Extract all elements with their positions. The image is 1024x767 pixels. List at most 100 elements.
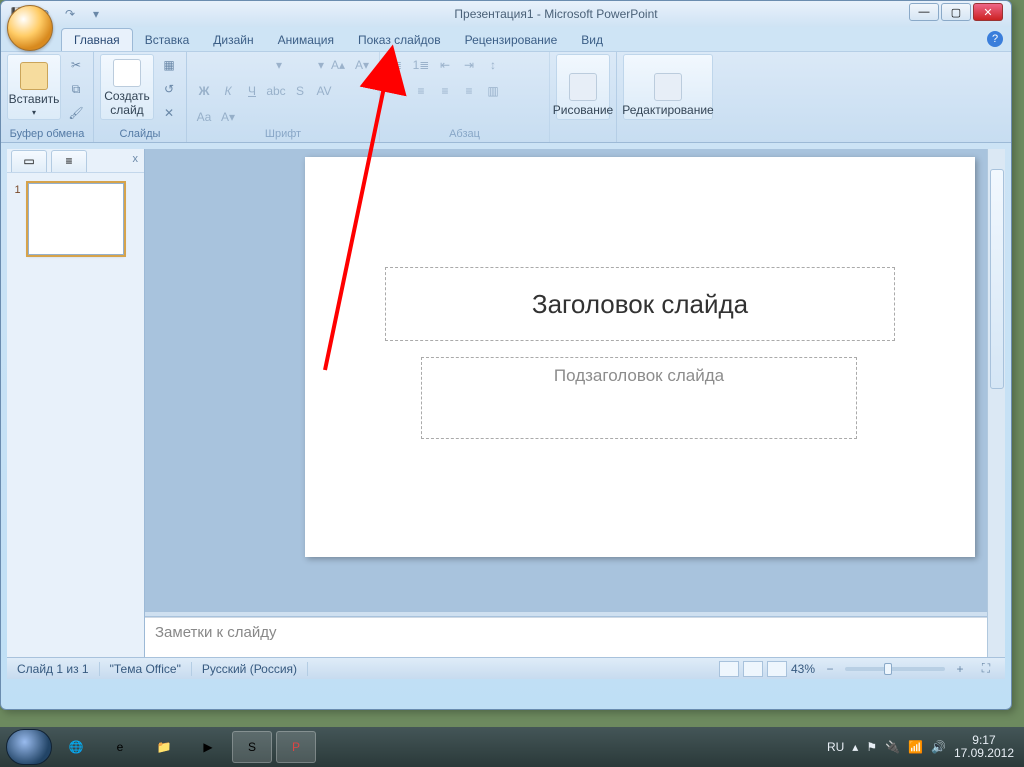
maximize-button[interactable]: ▢	[941, 3, 971, 21]
taskbar-chrome-icon[interactable]: 🌐	[56, 731, 96, 763]
minimize-button[interactable]: —	[909, 3, 939, 21]
bold-icon[interactable]: Ж	[193, 80, 215, 102]
grow-font-icon[interactable]: A▴	[327, 54, 349, 76]
title-bar: 💾 ↶ ↷ ▾ Презентация1 - Microsoft PowerPo…	[1, 1, 1011, 27]
taskbar-powerpoint-icon[interactable]: P	[276, 731, 316, 763]
drawing-button[interactable]: Рисование	[556, 54, 610, 120]
ribbon: Вставить ▾ ✂ ⧉ 🖌 Буфер обмена Создать сл…	[1, 51, 1011, 143]
zoom-slider-thumb[interactable]	[884, 663, 892, 675]
edit-pane: Заголовок слайда Подзаголовок слайда Зам…	[145, 149, 1005, 657]
qat-redo-icon[interactable]: ↷	[59, 3, 81, 25]
taskbar-explorer-icon[interactable]: 📁	[144, 731, 184, 763]
new-slide-button[interactable]: Создать слайд	[100, 54, 154, 120]
thumbnail-panel: ▭ ≡ x 1	[7, 149, 145, 657]
slide-canvas[interactable]: Заголовок слайда Подзаголовок слайда	[305, 157, 975, 557]
tab-slideshow[interactable]: Показ слайдов	[346, 29, 453, 51]
normal-view-button[interactable]	[719, 661, 739, 677]
change-case-icon[interactable]: Aa	[193, 106, 215, 128]
group-clipboard: Вставить ▾ ✂ ⧉ 🖌 Буфер обмена	[1, 52, 94, 142]
title-placeholder[interactable]: Заголовок слайда	[385, 267, 895, 341]
tray-power-icon[interactable]: 🔌	[885, 740, 900, 754]
numbering-icon[interactable]: 1≣	[410, 54, 432, 76]
lang-indicator[interactable]: RU	[827, 740, 844, 754]
status-language: Русский (Россия)	[192, 662, 308, 676]
copy-icon[interactable]: ⧉	[65, 78, 87, 100]
office-button[interactable]	[7, 5, 53, 51]
vertical-scrollbar[interactable]	[987, 149, 1005, 657]
thumbnail-number: 1	[15, 184, 21, 196]
close-button[interactable]: ✕	[973, 3, 1003, 21]
zoom-out-button[interactable]: −	[819, 658, 841, 680]
shadow-icon[interactable]: S	[289, 80, 311, 102]
cut-icon[interactable]: ✂	[65, 54, 87, 76]
zoom-slider[interactable]	[845, 667, 945, 671]
indent-dec-icon[interactable]: ⇤	[434, 54, 456, 76]
line-spacing-icon[interactable]: ↕	[482, 54, 504, 76]
delete-slide-icon[interactable]: ✕	[158, 102, 180, 124]
char-spacing-icon[interactable]: AV	[313, 80, 335, 102]
qat-dropdown-icon[interactable]: ▾	[85, 3, 107, 25]
zoom-value: 43%	[791, 662, 815, 676]
taskbar-media-icon[interactable]: ▶	[188, 731, 228, 763]
justify-icon[interactable]: ≡	[458, 80, 480, 102]
columns-icon[interactable]: ▥	[482, 80, 504, 102]
taskbar-skype-icon[interactable]: S	[232, 731, 272, 763]
tray-show-hidden-icon[interactable]: ▴	[852, 740, 858, 754]
tray-clock[interactable]: 9:17 17.09.2012	[954, 734, 1018, 760]
tab-insert[interactable]: Вставка	[133, 29, 202, 51]
paste-button[interactable]: Вставить ▾	[7, 54, 61, 120]
align-left-icon[interactable]: ≡	[386, 80, 408, 102]
fit-window-button[interactable]: ⛶	[975, 658, 997, 680]
scrollbar-thumb[interactable]	[990, 169, 1004, 389]
format-painter-icon[interactable]: 🖌	[65, 102, 87, 124]
reset-icon[interactable]: ↺	[158, 78, 180, 100]
strike-icon[interactable]: abc	[265, 80, 287, 102]
tab-design[interactable]: Дизайн	[201, 29, 265, 51]
chevron-down-icon: ▾	[32, 108, 36, 117]
align-center-icon[interactable]: ≡	[410, 80, 432, 102]
work-area: ▭ ≡ x 1 Заголовок слайда Подзаголовок сл…	[7, 149, 1005, 657]
sorter-view-button[interactable]	[743, 661, 763, 677]
slides-tab[interactable]: ▭	[11, 150, 47, 172]
underline-icon[interactable]: Ч	[241, 80, 263, 102]
tab-view[interactable]: Вид	[569, 29, 615, 51]
italic-icon[interactable]: К	[217, 80, 239, 102]
subtitle-placeholder[interactable]: Подзаголовок слайда	[421, 357, 857, 439]
tab-review[interactable]: Рецензирование	[453, 29, 570, 51]
notes-pane[interactable]: Заметки к слайду	[145, 617, 987, 657]
editing-button[interactable]: Редактирование	[623, 54, 713, 120]
paste-label: Вставить	[9, 92, 60, 106]
align-right-icon[interactable]: ≡	[434, 80, 456, 102]
shapes-icon	[569, 73, 597, 101]
group-font: ▾ ▾ A▴ A▾ Ж К Ч abc S AV Aa A▾ Ш	[187, 52, 380, 142]
font-size-dropdown[interactable]: ▾	[285, 54, 325, 76]
status-slide-pos: Слайд 1 из 1	[7, 662, 100, 676]
layout-icon[interactable]: ▦	[158, 54, 180, 76]
font-family-dropdown[interactable]: ▾	[193, 54, 283, 76]
taskbar-ie-icon[interactable]: e	[100, 731, 140, 763]
tray-flag-icon[interactable]: ⚑	[866, 740, 877, 754]
slideshow-view-button[interactable]	[767, 661, 787, 677]
slide-thumbnail[interactable]: 1	[28, 183, 124, 255]
app-window: 💾 ↶ ↷ ▾ Презентация1 - Microsoft PowerPo…	[0, 0, 1012, 710]
tab-animation[interactable]: Анимация	[266, 29, 346, 51]
help-icon[interactable]: ?	[987, 31, 1003, 47]
group-slides-label: Слайды	[100, 128, 180, 142]
font-color-icon[interactable]: A▾	[217, 106, 239, 128]
tab-home[interactable]: Главная	[61, 28, 133, 51]
group-slides: Создать слайд ▦ ↺ ✕ Слайды	[94, 52, 187, 142]
status-theme: "Тема Office"	[100, 662, 192, 676]
tray-network-icon[interactable]: 📶	[908, 740, 923, 754]
group-font-label: Шрифт	[193, 128, 373, 142]
new-slide-icon	[113, 59, 141, 87]
indent-inc-icon[interactable]: ⇥	[458, 54, 480, 76]
panel-close-icon[interactable]: x	[133, 153, 139, 165]
start-button[interactable]	[6, 729, 52, 765]
zoom-in-button[interactable]: +	[949, 658, 971, 680]
group-editing: Редактирование	[617, 52, 719, 142]
tray-volume-icon[interactable]: 🔊	[931, 740, 946, 754]
clipboard-icon	[20, 62, 48, 90]
bullets-icon[interactable]: ≣	[386, 54, 408, 76]
outline-tab[interactable]: ≡	[51, 150, 87, 172]
shrink-font-icon[interactable]: A▾	[351, 54, 373, 76]
